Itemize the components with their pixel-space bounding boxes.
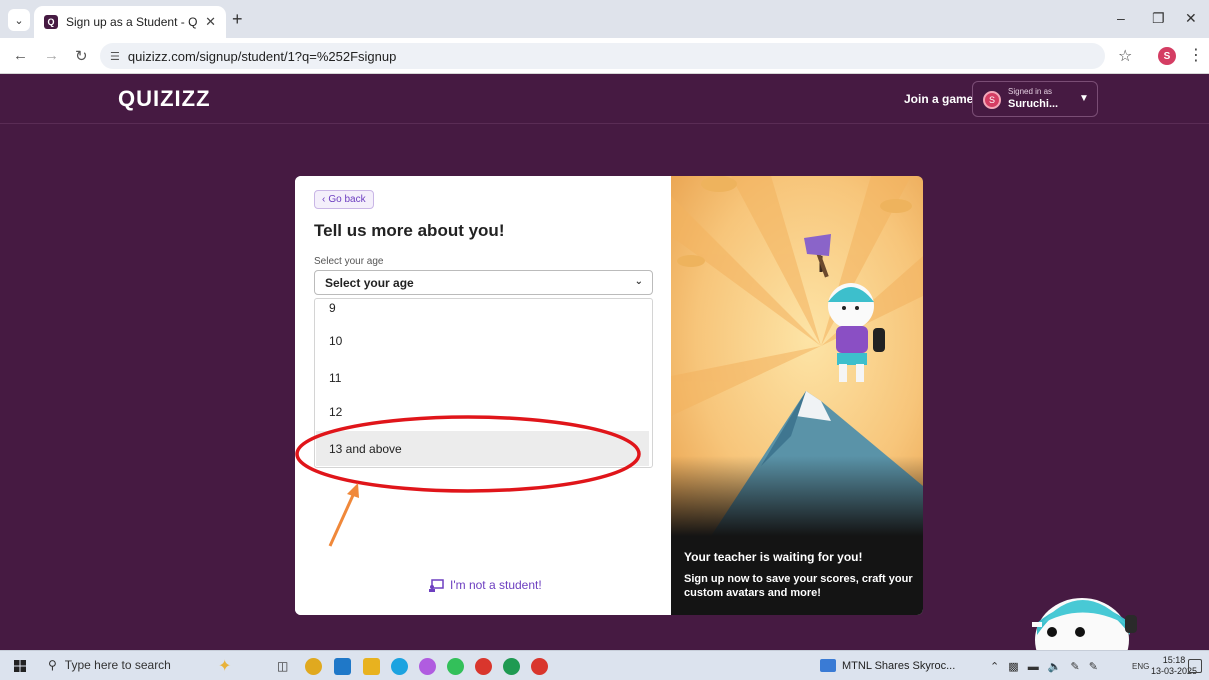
mascot-illustration [1032,598,1137,650]
go-back-button[interactable]: ‹ Go back [314,190,374,209]
back-arrow-icon[interactable]: ← [13,47,28,64]
promo-text: Sign up now to save your scores, craft y… [684,573,913,599]
task-view-icon[interactable]: ◫ [277,659,288,673]
address-bar[interactable]: ☰ quizizz.com/signup/student/1?q=%252Fsi… [100,43,1105,69]
chrome-profile-icon[interactable] [503,658,520,675]
chrome-profile-icon[interactable] [531,658,548,675]
chrome-icon[interactable] [305,658,322,675]
tab-search-chevron-icon[interactable]: ⌄ [8,9,30,31]
taskbar-search[interactable]: ⚲ Type here to search [48,658,171,672]
browser-toolbar: ← → ↻ ☰ quizizz.com/signup/student/1?q=%… [0,38,1209,74]
go-back-label: Go back [328,194,366,205]
quizizz-logo[interactable]: QUIZIZZ [118,86,211,112]
age-select-value: Select your age [325,275,414,290]
signed-in-caption: Signed in as [1008,87,1053,96]
reload-icon[interactable]: ↻ [75,47,88,65]
age-select[interactable]: Select your age ⌄ [314,270,653,295]
minimize-icon[interactable]: – [1117,10,1125,26]
chevron-down-icon: ▼ [1079,93,1089,104]
age-option-selected[interactable]: 13 and above [316,431,649,466]
edge-icon[interactable] [391,658,408,675]
signed-in-username: Suruchi... [1008,98,1059,110]
system-tray-icons[interactable]: ⌃ ▩ ▬ 🔈 ✎ ✎ [990,660,1101,673]
promo-title: Your teacher is waiting for you! [684,550,863,564]
news-icon [820,659,836,672]
user-avatar: S [983,91,1001,109]
age-option[interactable]: 11 [316,360,649,395]
account-menu-button[interactable]: S Signed in as Suruchi... ▼ [972,81,1098,117]
chevron-left-icon: ‹ [322,194,326,205]
page-title: Tell us more about you! [314,221,505,240]
chrome-profile-icon[interactable] [475,658,492,675]
file-explorer-icon[interactable] [363,658,380,675]
windows-taskbar: ⚲ Type here to search ✦ ◫ MTNL Shares Sk… [0,650,1209,680]
chevron-down-icon: ⌄ [634,276,643,287]
news-widget-label: MTNL Shares Skyroc... [842,659,956,672]
copilot-icon[interactable] [419,658,436,675]
restore-window-icon[interactable]: ❐ [1152,10,1165,27]
signup-modal: ‹ Go back Tell us more about you! Select… [295,176,923,615]
whatsapp-icon[interactable] [447,658,464,675]
profile-avatar[interactable]: S [1158,47,1176,65]
promo-pane: Your teacher is waiting for you! Sign up… [671,176,923,615]
notification-icon[interactable] [1188,659,1202,673]
close-window-icon[interactable]: ✕ [1185,10,1197,27]
age-option[interactable]: 12 [316,394,649,429]
not-student-label: I'm not a student! [450,578,542,592]
taskbar-search-placeholder: Type here to search [64,658,171,672]
site-info-icon[interactable]: ☰ [110,50,120,63]
quizizz-favicon-icon: Q [44,15,58,29]
browser-menu-icon[interactable]: ⋮ [1188,45,1204,65]
search-icon: ⚲ [48,658,57,672]
browser-tab[interactable]: Q Sign up as a Student - Quizizz ✕ [34,6,226,38]
age-option[interactable]: 9 [316,299,649,325]
language-indicator[interactable]: ENG [1132,662,1149,671]
windows-start-icon[interactable] [14,660,26,672]
age-field-label: Select your age [314,256,384,267]
age-option[interactable]: 10 [316,323,649,358]
outlook-icon[interactable] [334,658,351,675]
age-options-list[interactable]: 9 10 11 12 13 and above [314,298,653,468]
taskbar-news-widget[interactable]: MTNL Shares Skyroc... [820,659,955,672]
not-student-link[interactable]: I'm not a student! [429,578,542,592]
new-tab-plus-icon[interactable]: + [232,9,243,29]
forward-arrow-icon[interactable]: → [44,47,59,64]
site-header: QUIZIZZ Join a game S Signed in as Suruc… [0,74,1209,124]
url-text: quizizz.com/signup/student/1?q=%252Fsign… [127,48,397,64]
copilot-sparkle-icon[interactable]: ✦ [218,656,231,676]
join-game-link[interactable]: Join a game [904,92,973,106]
signup-form-pane: ‹ Go back Tell us more about you! Select… [295,176,671,615]
tab-close-icon[interactable]: ✕ [205,14,216,30]
tab-title: Sign up as a Student - Quizizz [66,15,198,29]
promo-illustration [671,176,923,536]
bookmark-star-icon[interactable]: ☆ [1118,46,1132,66]
teacher-board-icon [429,578,444,592]
browser-tab-bar: ⌄ Q Sign up as a Student - Quizizz ✕ + –… [0,0,1209,38]
